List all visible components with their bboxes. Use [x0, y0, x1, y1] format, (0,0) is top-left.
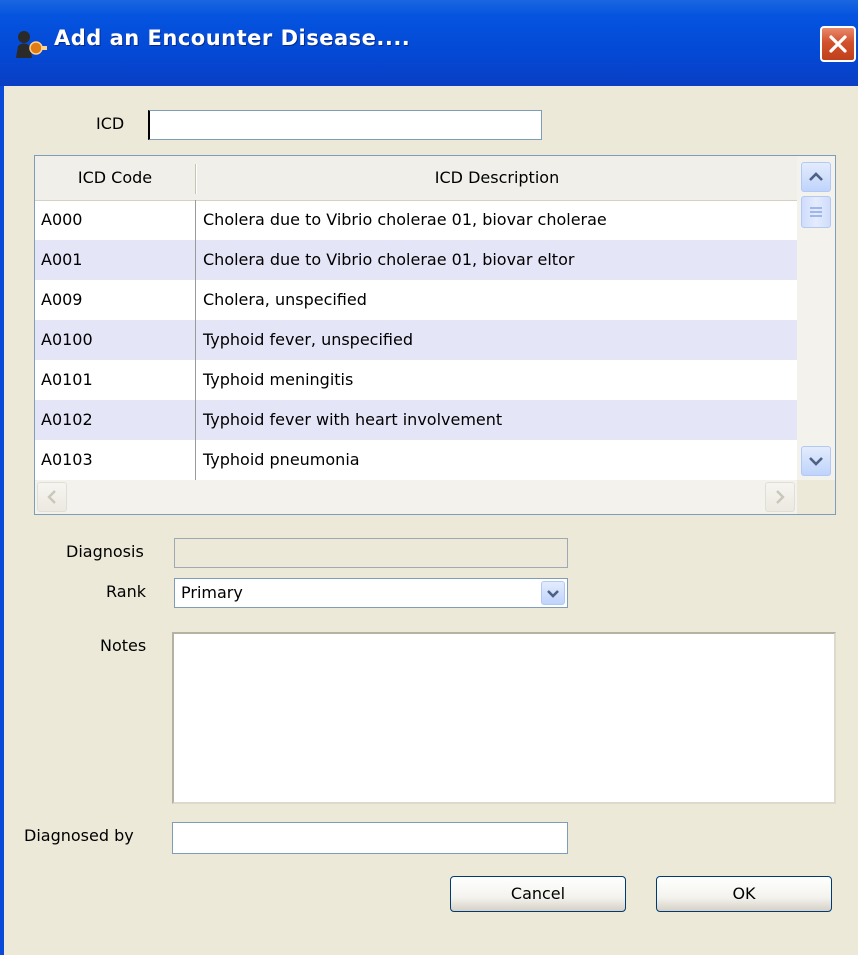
icd-description-cell: Typhoid pneumonia — [203, 450, 360, 469]
rank-selected-value: Primary — [181, 583, 243, 602]
chevron-right-icon — [776, 490, 785, 504]
table-row[interactable]: A0100 Typhoid fever, unspecified — [35, 320, 797, 360]
icd-table: ICD Code ICD Description A000 Cholera du… — [34, 155, 836, 515]
table-row[interactable]: A001 Cholera due to Vibrio cholerae 01, … — [35, 240, 797, 280]
horizontal-scrollbar[interactable] — [35, 480, 797, 514]
diagnosis-field — [174, 538, 568, 568]
cancel-button[interactable]: Cancel — [450, 876, 626, 912]
table-row[interactable]: A0103 Typhoid pneumonia — [35, 440, 797, 480]
rank-select[interactable]: Primary — [174, 578, 568, 608]
icd-code-cell: A0103 — [41, 450, 93, 469]
icd-description-cell: Cholera, unspecified — [203, 290, 367, 309]
icd-description-cell: Typhoid fever, unspecified — [203, 330, 413, 349]
notes-textarea[interactable] — [172, 632, 836, 804]
vertical-scrollbar[interactable] — [797, 156, 835, 480]
icd-code-cell: A0100 — [41, 330, 93, 349]
icd-code-cell: A000 — [41, 210, 83, 229]
table-row[interactable]: A0102 Typhoid fever with heart involveme… — [35, 400, 797, 440]
column-header-icd-code[interactable]: ICD Code — [35, 156, 195, 200]
column-grid-line — [195, 200, 196, 480]
scrollbar-corner — [797, 480, 835, 514]
icd-description-cell: Typhoid meningitis — [203, 370, 354, 389]
icd-code-cell: A0101 — [41, 370, 93, 389]
window-left-border — [0, 86, 4, 955]
icd-code-cell: A009 — [41, 290, 83, 309]
table-row[interactable]: A0101 Typhoid meningitis — [35, 360, 797, 400]
icd-label: ICD — [96, 114, 125, 133]
icd-description-cell: Typhoid fever with heart involvement — [203, 410, 503, 429]
icd-input[interactable] — [148, 110, 542, 140]
notes-label: Notes — [100, 636, 147, 655]
dialog-window: Add an Encounter Disease.... ICD ICD Cod… — [0, 0, 858, 955]
diagnosed-by-input[interactable] — [172, 822, 568, 854]
chevron-down-icon — [809, 457, 823, 466]
scroll-right-button[interactable] — [765, 482, 795, 512]
close-icon — [829, 35, 847, 53]
icd-description-cell: Cholera due to Vibrio cholerae 01, biova… — [203, 250, 575, 269]
icd-code-cell: A0102 — [41, 410, 93, 429]
scroll-up-button[interactable] — [801, 162, 831, 192]
app-icon — [16, 31, 47, 58]
icd-code-cell: A001 — [41, 250, 83, 269]
table-row[interactable]: A000 Cholera due to Vibrio cholerae 01, … — [35, 200, 797, 240]
title-bar[interactable]: Add an Encounter Disease.... — [0, 0, 858, 86]
rank-dropdown-button[interactable] — [541, 581, 565, 605]
scroll-down-button[interactable] — [801, 446, 831, 476]
chevron-up-icon — [809, 172, 823, 181]
chevron-down-icon — [547, 590, 559, 598]
table-row[interactable]: A009 Cholera, unspecified — [35, 280, 797, 320]
chevron-left-icon — [47, 490, 56, 504]
table-header: ICD Code ICD Description — [35, 156, 797, 201]
scroll-thumb[interactable] — [801, 196, 831, 228]
diagnosed-by-label: Diagnosed by — [24, 826, 134, 845]
window-title: Add an Encounter Disease.... — [54, 26, 411, 50]
scroll-left-button[interactable] — [37, 482, 67, 512]
table-body: A000 Cholera due to Vibrio cholerae 01, … — [35, 200, 797, 480]
diagnosis-label: Diagnosis — [66, 542, 144, 561]
ok-button[interactable]: OK — [656, 876, 832, 912]
close-button[interactable] — [820, 26, 856, 62]
icd-description-cell: Cholera due to Vibrio cholerae 01, biova… — [203, 210, 607, 229]
column-header-icd-description[interactable]: ICD Description — [197, 156, 797, 200]
grip-icon — [810, 207, 822, 217]
rank-label: Rank — [106, 582, 146, 601]
